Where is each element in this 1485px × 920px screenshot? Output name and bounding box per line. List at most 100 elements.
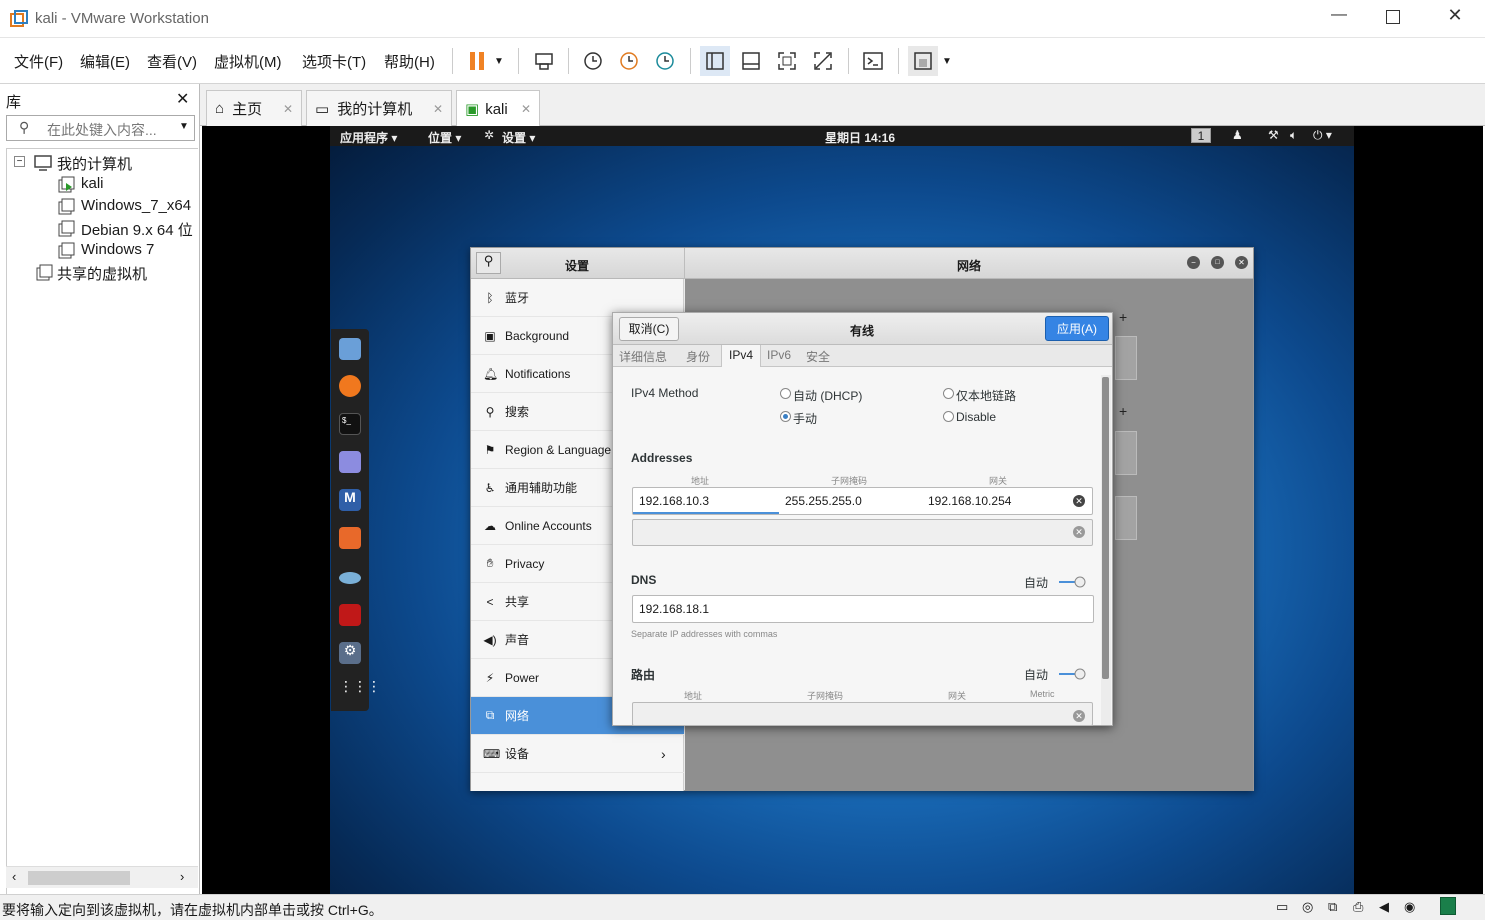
- tab-details[interactable]: 详细信息: [619, 348, 667, 365]
- send-keys-icon[interactable]: [529, 46, 559, 76]
- usb-icon[interactable]: ◉: [1404, 899, 1415, 915]
- minimize-button[interactable]: —: [1328, 6, 1350, 28]
- tab-ipv6[interactable]: IPv6: [767, 348, 791, 362]
- cd-icon[interactable]: ◎: [1302, 899, 1313, 915]
- snapshot-icon[interactable]: [578, 46, 608, 76]
- sidebar-item-devices[interactable]: ⌨ 设备 ›: [471, 735, 684, 773]
- tree-my-computer[interactable]: 我的计算机: [57, 153, 132, 174]
- gateway-input[interactable]: 192.168.10.254: [928, 494, 1011, 508]
- revert-snapshot-icon[interactable]: [614, 46, 644, 76]
- printer-icon[interactable]: ⎙: [1353, 899, 1363, 915]
- pause-icon[interactable]: [462, 46, 492, 76]
- bluetooth-icon: ᛒ: [486, 290, 494, 305]
- tree-windows7[interactable]: Windows 7: [81, 241, 154, 258]
- maximize-button[interactable]: [1386, 10, 1400, 24]
- unity-icon[interactable]: [808, 46, 838, 76]
- stretch-icon[interactable]: [908, 46, 938, 76]
- settings-menu[interactable]: 设置 ▾: [502, 129, 535, 146]
- tab-security[interactable]: 安全: [806, 348, 830, 365]
- radio-dhcp[interactable]: [780, 388, 791, 399]
- menu-vm[interactable]: 虚拟机(M): [214, 51, 282, 72]
- tree-kali[interactable]: kali: [81, 175, 104, 192]
- maltego-icon[interactable]: [339, 572, 361, 584]
- chevron-down-icon[interactable]: ▼: [490, 46, 508, 76]
- workspace-indicator[interactable]: 1: [1191, 128, 1211, 143]
- add-icon[interactable]: +: [1119, 403, 1127, 419]
- route-col-gateway: 网关: [948, 691, 967, 701]
- dns-auto-toggle[interactable]: [1059, 575, 1087, 588]
- menu-file[interactable]: 文件(F): [14, 51, 63, 72]
- routes-auto-toggle[interactable]: [1059, 667, 1087, 680]
- radio-dhcp-label: 自动 (DHCP): [793, 389, 863, 403]
- sound-icon[interactable]: ◀: [1379, 899, 1389, 915]
- library-close-icon[interactable]: ✕: [176, 89, 189, 109]
- tree-windows7x64[interactable]: Windows_7_x64: [81, 197, 191, 214]
- firefox-icon[interactable]: [339, 375, 361, 397]
- delete-address-icon[interactable]: ✕: [1073, 495, 1085, 507]
- collapse-icon[interactable]: −: [14, 156, 25, 167]
- delete-address-icon[interactable]: ✕: [1073, 526, 1085, 538]
- network-adapter-icon[interactable]: ⧉: [1328, 899, 1337, 915]
- radio-manual[interactable]: [780, 411, 791, 422]
- terminal-icon[interactable]: $_: [339, 413, 361, 435]
- add-icon[interactable]: +: [1119, 309, 1127, 325]
- sidebar-view-icon[interactable]: [700, 46, 730, 76]
- clock[interactable]: 星期日 14:16: [825, 129, 895, 146]
- close-icon[interactable]: ✕: [433, 102, 443, 116]
- tab-identity[interactable]: 身份: [686, 348, 710, 365]
- tab-label: 我的计算机: [337, 101, 413, 118]
- dialog-scrollbar[interactable]: [1101, 375, 1111, 725]
- dns-input[interactable]: 192.168.18.1: [632, 595, 1094, 623]
- apply-button[interactable]: 应用(A): [1045, 316, 1109, 341]
- computer-icon: ▭: [315, 100, 330, 118]
- close-icon[interactable]: ✕: [521, 102, 531, 116]
- places-menu[interactable]: 位置 ▾: [428, 129, 461, 146]
- chevron-down-icon[interactable]: ▼: [179, 121, 189, 132]
- empty-address-row[interactable]: [632, 519, 1093, 546]
- tab-ipv4[interactable]: IPv4: [721, 345, 762, 367]
- menu-edit[interactable]: 编辑(E): [80, 51, 130, 72]
- close-icon[interactable]: ✕: [1235, 256, 1248, 269]
- terminal-icon[interactable]: [858, 46, 888, 76]
- radio-disable-label: Disable: [956, 410, 997, 424]
- notes-icon[interactable]: [1440, 897, 1456, 915]
- address-input[interactable]: 192.168.10.3: [633, 488, 779, 514]
- library-search[interactable]: ⚲ 在此处键入内容... ▼: [6, 115, 195, 141]
- tab-home[interactable]: ⌂ 主页 ✕: [206, 90, 302, 126]
- menu-view[interactable]: 查看(V): [147, 51, 197, 72]
- netmask-input[interactable]: 255.255.255.0: [785, 494, 862, 508]
- horizontal-scrollbar[interactable]: ‹ ›: [6, 866, 198, 888]
- menu-tabs[interactable]: 选项卡(T): [302, 51, 366, 72]
- tree-shared-vms[interactable]: 共享的虚拟机: [57, 263, 147, 284]
- applications-menu[interactable]: 应用程序 ▾: [340, 129, 397, 146]
- snapshot-manager-icon[interactable]: [650, 46, 680, 76]
- vm-icon: [57, 242, 75, 263]
- fullscreen-icon[interactable]: [772, 46, 802, 76]
- cherrytree-icon[interactable]: [339, 604, 361, 626]
- network-icon: ⚒: [1268, 128, 1279, 142]
- burpsuite-icon[interactable]: [339, 527, 361, 549]
- tab-my-computer[interactable]: ▭ 我的计算机 ✕: [306, 90, 452, 126]
- app-grid-icon[interactable]: ⋮⋮⋮: [339, 679, 381, 703]
- files-icon[interactable]: [339, 338, 361, 360]
- tab-kali[interactable]: ▣ kali ✕: [456, 90, 540, 127]
- metasploit-icon[interactable]: M: [339, 489, 361, 511]
- text-editor-icon[interactable]: [339, 451, 361, 473]
- search-button[interactable]: ⚲: [476, 252, 501, 274]
- power-icon[interactable]: ⏻ ▾: [1313, 128, 1332, 143]
- delete-route-icon[interactable]: ✕: [1073, 710, 1085, 722]
- route-row[interactable]: [632, 702, 1093, 726]
- minimize-icon[interactable]: −: [1187, 256, 1200, 269]
- close-icon[interactable]: ✕: [283, 102, 293, 116]
- cancel-button[interactable]: 取消(C): [619, 317, 679, 341]
- console-view-icon[interactable]: [736, 46, 766, 76]
- hdd-icon[interactable]: ▭: [1276, 899, 1288, 915]
- close-button[interactable]: ✕: [1444, 5, 1466, 27]
- settings-gear-icon[interactable]: ⚙: [339, 642, 361, 664]
- chevron-down-icon[interactable]: ▼: [938, 46, 956, 76]
- radio-link-local[interactable]: [943, 388, 954, 399]
- tree-debian[interactable]: Debian 9.x 64 位: [81, 219, 197, 240]
- radio-disable[interactable]: [943, 411, 954, 422]
- menu-help[interactable]: 帮助(H): [384, 51, 435, 72]
- maximize-icon[interactable]: □: [1211, 256, 1224, 269]
